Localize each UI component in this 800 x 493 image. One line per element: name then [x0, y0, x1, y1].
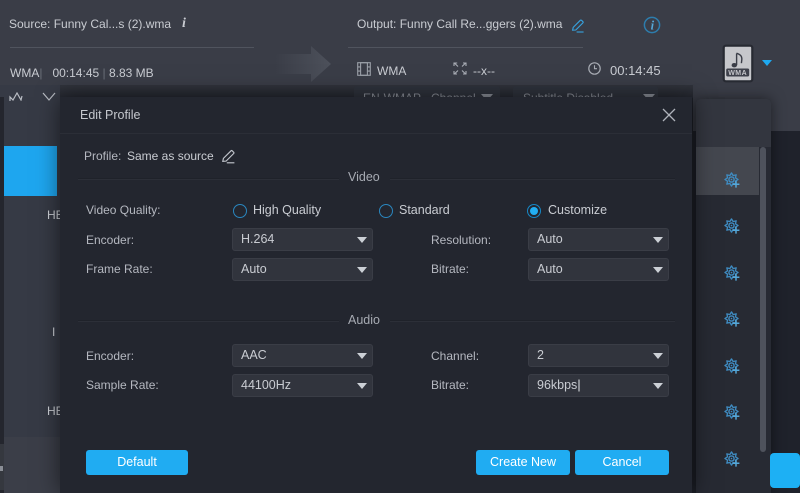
svg-text:i: i	[651, 19, 655, 33]
svg-text:WMA: WMA	[728, 70, 747, 77]
